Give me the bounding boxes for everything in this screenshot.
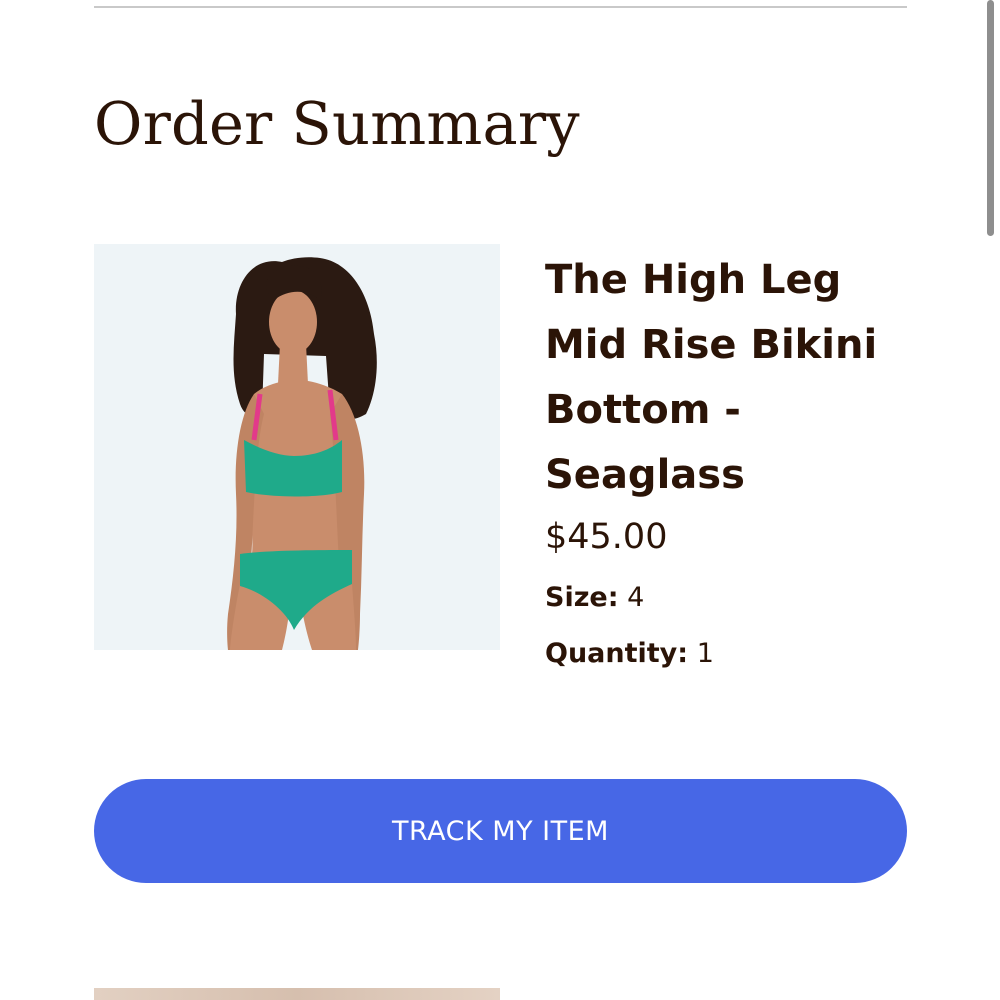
model-illustration xyxy=(227,257,377,650)
quantity-label: Quantity: xyxy=(545,638,689,669)
quantity-value: 1 xyxy=(696,638,714,669)
product-image xyxy=(94,244,500,650)
track-my-item-button[interactable]: TRACK MY ITEM xyxy=(94,779,907,883)
next-item-image xyxy=(94,988,500,1000)
product-price: $45.00 xyxy=(545,517,668,557)
scrollbar[interactable] xyxy=(987,0,994,236)
page-title: Order Summary xyxy=(94,89,580,158)
size-detail: Size: 4 xyxy=(545,580,925,616)
quantity-detail: Quantity: 1 xyxy=(545,636,925,672)
size-value: 4 xyxy=(627,582,645,613)
product-name: The High Leg Mid Rise Bikini Bottom - Se… xyxy=(545,257,878,498)
size-label: Size: xyxy=(545,582,619,613)
top-divider xyxy=(94,6,907,8)
product-info: The High Leg Mid Rise Bikini Bottom - Se… xyxy=(545,248,925,672)
order-summary-page: Order Summary The High Leg Mid Rise Biki… xyxy=(0,0,1000,1000)
